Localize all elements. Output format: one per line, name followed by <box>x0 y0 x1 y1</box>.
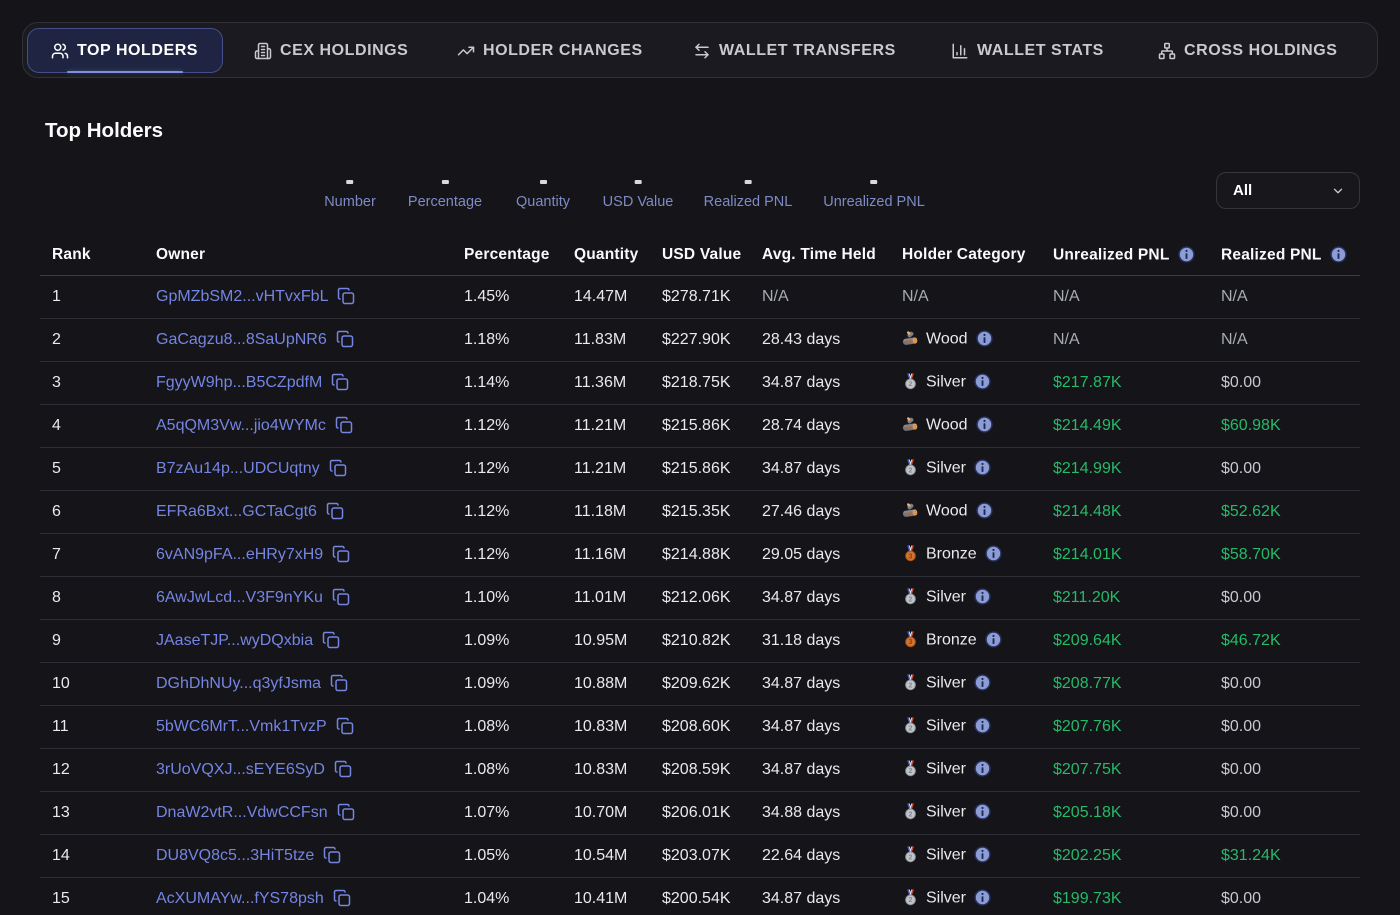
svg-text:2: 2 <box>909 683 913 690</box>
svg-text:2: 2 <box>909 726 913 733</box>
svg-text:2: 2 <box>909 812 913 819</box>
svg-text:2: 2 <box>909 597 913 604</box>
svg-text:3: 3 <box>909 554 913 561</box>
svg-text:2: 2 <box>909 382 913 389</box>
svg-text:2: 2 <box>909 468 913 475</box>
svg-text:3: 3 <box>909 640 913 647</box>
svg-text:2: 2 <box>909 769 913 776</box>
svg-text:2: 2 <box>909 898 913 905</box>
svg-text:2: 2 <box>909 855 913 862</box>
